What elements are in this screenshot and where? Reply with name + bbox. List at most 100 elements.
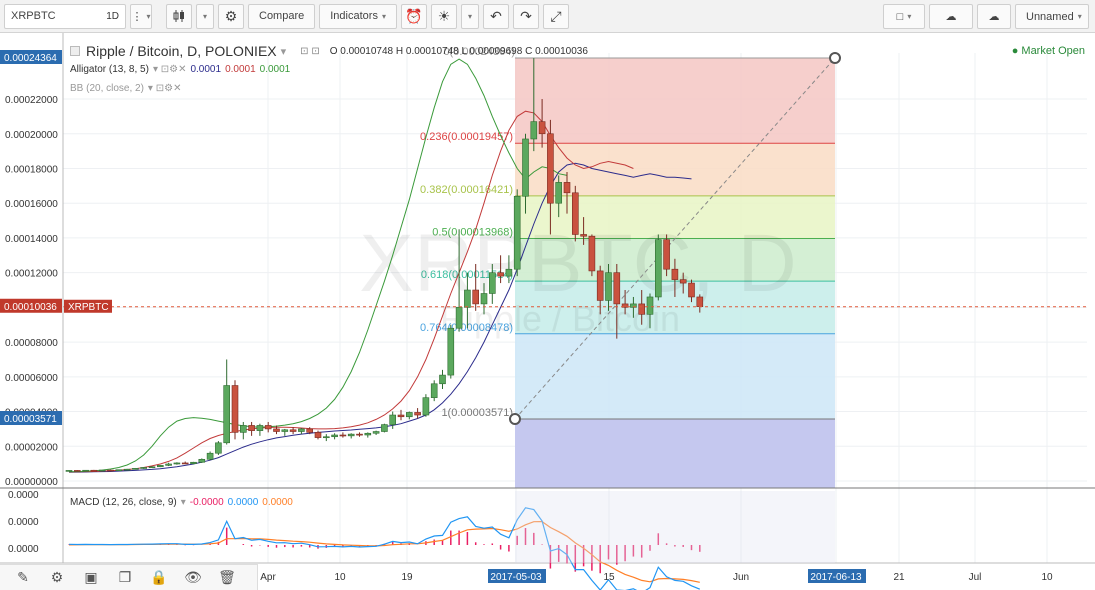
candle-body [90, 469, 98, 472]
candle-body [671, 268, 679, 280]
x-tick-label: 15 [603, 572, 615, 583]
candle-body [157, 465, 164, 468]
undo-icon[interactable]: ↶ [482, 3, 509, 29]
layout-grid-icon[interactable]: □ ▾ [883, 4, 925, 29]
alert-icon[interactable]: ⏰ [400, 3, 427, 29]
alligator-teeth-value: 0.0001 [225, 64, 256, 75]
candle-body [298, 428, 305, 432]
candle-body [356, 433, 363, 436]
candle-body [82, 469, 89, 472]
x-tick-label: Jul [969, 572, 982, 583]
candle-body [289, 429, 297, 432]
candle-body [148, 466, 156, 469]
symbol-search-input[interactable]: XRPBTC 1D [4, 3, 126, 29]
collapse-icon[interactable] [70, 46, 80, 56]
candle-body [596, 270, 604, 301]
candle-body [140, 467, 147, 469]
main-legend: Ripple / Bitcoin, D, POLONIEX ▾ ⊡ ⊡ O 0.… [70, 43, 588, 59]
price-tag-last-text: 0.00010036 [4, 302, 57, 313]
fib-zone [515, 143, 835, 196]
x-tick-label: Jun [733, 572, 749, 583]
candle-body [107, 469, 114, 472]
candle-body [339, 434, 347, 437]
gear-icon[interactable]: ⚙ [218, 3, 244, 29]
replay-dropdown-icon[interactable]: ▾ [460, 3, 479, 29]
candle-body [273, 428, 280, 432]
candle-style-icon[interactable] [166, 3, 192, 29]
y-tick-label: 0.00014000 [5, 234, 58, 245]
candle-body [74, 470, 81, 472]
candle-body [381, 424, 388, 432]
bb-menu-icon[interactable]: ▾ ⊡⚙✕ [148, 83, 182, 94]
candle-body [472, 289, 480, 305]
chart-area[interactable]: 0.000000000.000020000.000040000.00006000… [0, 33, 1095, 590]
macd-signal-value: 0.0000 [262, 497, 293, 508]
candle-body [679, 279, 687, 284]
candle-body [646, 296, 654, 315]
compare-button[interactable]: Compare [248, 3, 316, 29]
candle-body [397, 414, 405, 418]
brush-icon[interactable]: ✎ [8, 567, 38, 589]
replay-icon[interactable]: ☀ [430, 3, 457, 29]
y-tick-label: 0.00006000 [5, 373, 58, 384]
candle-body [115, 469, 123, 472]
fib-level-label: 0.382(0.00016421) [420, 184, 513, 196]
candle-body [198, 458, 206, 463]
indicators-button[interactable]: Indicators ▾ [319, 3, 397, 29]
fib-level-label: 1(0.00003571) [441, 407, 513, 419]
candle-body [563, 182, 571, 194]
redo-icon[interactable]: ↷ [512, 3, 539, 29]
x-tick-label: 10 [1041, 572, 1053, 583]
fullscreen-icon[interactable]: ⤢ [542, 3, 569, 29]
layout-name-dropdown[interactable]: Unnamed ▾ [1015, 4, 1089, 29]
candle-body [364, 432, 372, 436]
candle-body [497, 272, 504, 277]
trash-icon[interactable]: 🗑 [212, 567, 242, 589]
visibility-eye-icon[interactable]: 👁 [178, 567, 208, 589]
fib-anchor-start [509, 413, 521, 426]
tradingview-app: XRPBTC 1D ⋮ ▾ ▾ ⚙ Compare Indicators ▾ ⏰ ☀… [0, 0, 1095, 590]
candle-body [240, 425, 247, 433]
candle-body [231, 385, 239, 433]
candle-body [405, 412, 413, 418]
candle-body [331, 434, 338, 438]
y-tick-label: 0.00022000 [5, 95, 58, 106]
indicators-label: Indicators [330, 10, 378, 22]
candle-body [372, 431, 380, 434]
macd-tick-label: 0.0000 [8, 544, 39, 555]
price-tag-bottom-text: 0.00003571 [4, 414, 57, 425]
candle-body [530, 121, 538, 140]
macd-menu-icon[interactable]: ▾ [181, 497, 186, 508]
cloud-load-icon[interactable]: ☁ [929, 4, 973, 29]
price-tag-top-text: 0.00024364 [4, 53, 57, 64]
eye-icon[interactable]: ⊡ ⊡ [300, 46, 320, 57]
candle-body [654, 239, 662, 298]
title-dropdown-icon[interactable]: ▾ [281, 45, 287, 58]
interval-menu-icon[interactable]: ⋮ ▾ [130, 3, 152, 29]
candle-body [580, 234, 587, 237]
candle-body [206, 452, 214, 460]
settings-icon[interactable]: ⚙ [42, 567, 72, 589]
clone-icon[interactable]: ❐ [110, 567, 140, 589]
candle-body [322, 436, 330, 439]
candle-body [522, 138, 529, 197]
y-tick-label: 0.00016000 [5, 199, 58, 210]
cloud-save-icon[interactable]: ☁ [977, 4, 1011, 29]
candle-body [688, 282, 695, 298]
candle-body [215, 442, 222, 454]
candle-body [638, 303, 646, 315]
chart-style-dropdown-icon[interactable]: ▾ [196, 3, 214, 29]
candle-body [173, 462, 181, 465]
alligator-menu-icon[interactable]: ▾ ⊡⚙✕ [153, 64, 187, 75]
candle-body [414, 412, 421, 416]
candle-body [248, 425, 255, 431]
symbol-text: XRPBTC [11, 10, 56, 22]
template-icon[interactable]: ▣ [76, 567, 106, 589]
candle-body [181, 462, 189, 465]
candle-body [513, 195, 521, 270]
symbol-price-tag-text: XRPBTC [68, 302, 109, 313]
alligator-label: Alligator (13, 8, 5) [70, 64, 149, 75]
candle-body [347, 433, 355, 437]
layout-name: Unnamed [1026, 10, 1074, 23]
lock-icon[interactable]: 🔒 [144, 567, 174, 589]
